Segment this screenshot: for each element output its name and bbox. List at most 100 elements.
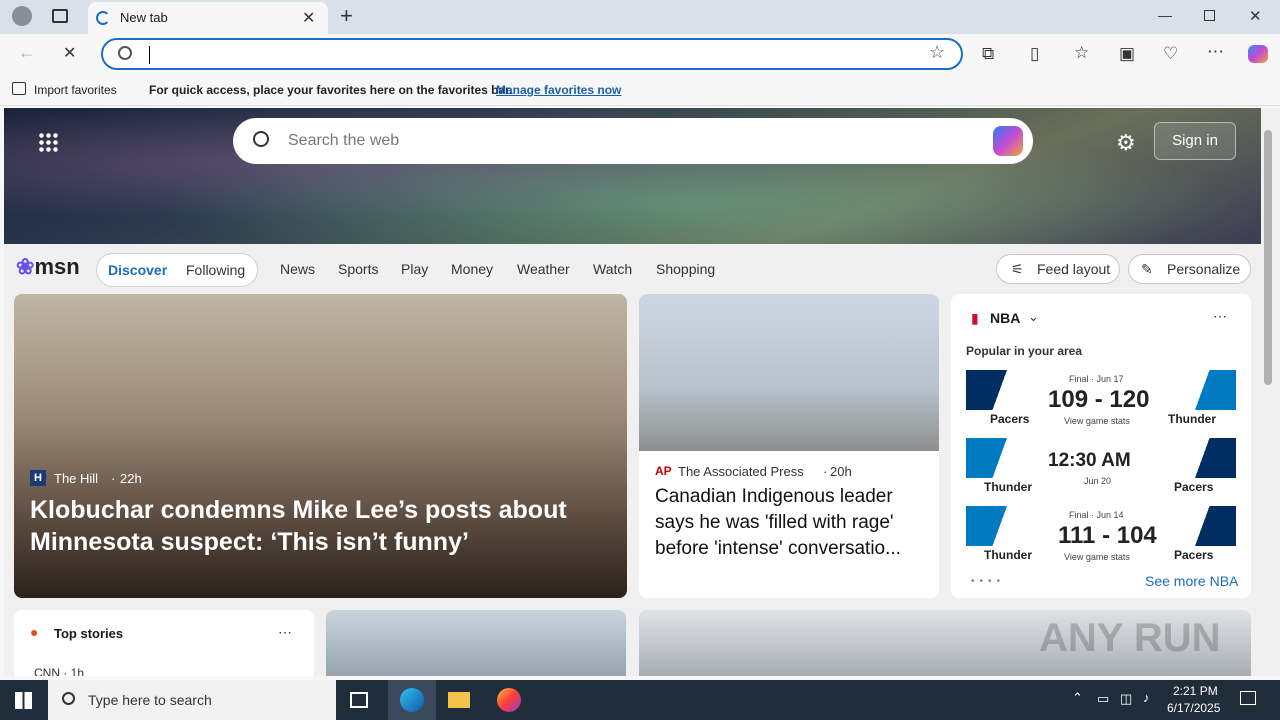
- personalize-button[interactable]: ✎ Personalize: [1128, 254, 1251, 284]
- back-icon[interactable]: ←: [18, 42, 36, 63]
- game-card[interactable]: Thunder Pacers 12:30 AM Jun 20: [966, 438, 1236, 498]
- tab-new-tab[interactable]: New tab ✕: [88, 2, 328, 34]
- feed-layout-button[interactable]: ⚟ Feed layout: [996, 254, 1120, 284]
- import-icon: [12, 82, 26, 95]
- game-card[interactable]: Thunder Pacers Final · Jun 14 111 - 104 …: [966, 506, 1236, 566]
- more-options-icon[interactable]: ⋯: [278, 624, 292, 641]
- personalize-icon: ✎: [1141, 261, 1153, 277]
- feed-tabs: Discover Following: [96, 253, 258, 287]
- close-window-button[interactable]: ✕: [1249, 7, 1262, 25]
- more-options-icon[interactable]: ⋯: [1213, 308, 1227, 325]
- msn-logo[interactable]: ❀msn: [16, 254, 80, 280]
- scrollbar-thumb[interactable]: [1264, 130, 1272, 385]
- notifications-icon[interactable]: [1240, 691, 1256, 705]
- browser-essentials-icon[interactable]: ♡: [1163, 44, 1178, 64]
- main-story-title[interactable]: Klobuchar condemns Mike Lee’s posts abou…: [30, 494, 590, 558]
- windows-start-icon[interactable]: [15, 692, 32, 709]
- tab-following[interactable]: Following: [186, 262, 245, 278]
- main-story-age: 22h: [120, 471, 142, 486]
- side-story-title[interactable]: Canadian Indigenous leader says he was '…: [655, 484, 929, 562]
- wifi-icon[interactable]: ◫: [1120, 691, 1132, 707]
- top-stories-label: Top stories: [54, 626, 124, 641]
- game1-link[interactable]: View game stats: [1064, 416, 1130, 426]
- taskbar-search-placeholder: Type here to search: [88, 692, 212, 708]
- search-icon: [62, 692, 75, 705]
- the-hill-logo: H: [30, 470, 46, 486]
- game3-score: 111 - 104: [1058, 522, 1157, 549]
- sliders-icon: ⚟: [1011, 261, 1024, 277]
- profile-icon[interactable]: [12, 6, 32, 26]
- new-tab-button[interactable]: +: [340, 3, 353, 29]
- game2-date: Jun 20: [1084, 476, 1112, 486]
- nav-weather[interactable]: Weather: [517, 261, 570, 277]
- carousel-dots[interactable]: ••••: [971, 576, 1005, 587]
- copilot-icon[interactable]: [993, 126, 1023, 156]
- game1-left-team: Pacers: [990, 412, 1030, 426]
- nav-watch[interactable]: Watch: [593, 261, 632, 277]
- pacers-logo: [966, 370, 1026, 410]
- web-search-box[interactable]: Search the web: [233, 118, 1033, 164]
- nba-widget: ▮ NBA ⌄ ⋯ Popular in your area Pacers Th…: [951, 294, 1251, 598]
- nba-league-select[interactable]: NBA: [990, 310, 1020, 326]
- game1-right-team: Thunder: [1168, 412, 1216, 426]
- file-explorer-icon[interactable]: [448, 692, 470, 708]
- nav-money[interactable]: Money: [451, 261, 493, 277]
- network-icon[interactable]: ▭: [1097, 691, 1109, 707]
- game-card[interactable]: Pacers Thunder Final · Jun 17 109 - 120 …: [966, 370, 1236, 430]
- side-story-card[interactable]: AP The Associated Press · 20h Canadian I…: [639, 294, 939, 598]
- chevron-up-icon[interactable]: ⌃: [1072, 690, 1083, 706]
- nav-sports[interactable]: Sports: [338, 261, 378, 277]
- nav-shopping[interactable]: Shopping: [656, 261, 715, 277]
- game3-right-team: Pacers: [1174, 548, 1214, 562]
- tab-discover[interactable]: Discover: [108, 262, 167, 278]
- edge-taskbar-item[interactable]: [388, 680, 436, 720]
- apps-grid-icon[interactable]: [38, 132, 58, 152]
- task-view-icon[interactable]: [350, 692, 368, 708]
- game2-right-team: Pacers: [1174, 480, 1214, 494]
- import-favorites-button[interactable]: Import favorites: [34, 83, 117, 97]
- search-icon: [118, 46, 132, 60]
- side-story-image: [639, 294, 939, 451]
- game2-time: 12:30 AM: [1048, 450, 1131, 471]
- close-tab-icon[interactable]: ✕: [302, 8, 315, 28]
- settings-gear-icon[interactable]: ⚙: [1116, 130, 1136, 156]
- clock-time[interactable]: 2:21 PM: [1173, 684, 1218, 698]
- manage-favorites-link[interactable]: Manage favorites now: [496, 83, 621, 97]
- clock-date[interactable]: 6/17/2025: [1167, 701, 1220, 715]
- tab-actions-icon[interactable]: [52, 9, 68, 23]
- chevron-down-icon[interactable]: ⌄: [1028, 309, 1039, 325]
- extensions-icon[interactable]: ⧉: [982, 44, 994, 64]
- feed-layout-label: Feed layout: [1037, 261, 1111, 277]
- favorites-icon[interactable]: ☆: [1074, 43, 1089, 63]
- minimize-button[interactable]: —: [1158, 7, 1172, 23]
- settings-more-icon[interactable]: ⋯: [1207, 42, 1224, 62]
- address-bar[interactable]: ☆: [101, 38, 963, 70]
- search-icon: [253, 131, 269, 147]
- text-cursor: [149, 46, 150, 64]
- collections-icon[interactable]: ▣: [1119, 44, 1135, 64]
- main-story-card[interactable]: H The Hill · 22h Klobuchar condemns Mike…: [14, 294, 627, 598]
- firefox-icon[interactable]: [497, 688, 521, 712]
- search-placeholder: Search the web: [288, 132, 400, 149]
- first-story-source: CNN · 1h: [34, 666, 85, 676]
- see-more-nba-link[interactable]: See more NBA: [1145, 573, 1238, 589]
- nav-news[interactable]: News: [280, 261, 315, 277]
- split-screen-icon[interactable]: ▯: [1030, 44, 1039, 64]
- pacers-logo: [1176, 506, 1236, 546]
- copilot-icon[interactable]: [1248, 45, 1268, 63]
- favorites-prompt: For quick access, place your favorites h…: [149, 83, 513, 97]
- taskbar-search[interactable]: Type here to search: [48, 680, 336, 720]
- stop-loading-icon[interactable]: ✕: [63, 43, 76, 63]
- msn-logo-text: msn: [34, 254, 80, 279]
- story-card-image[interactable]: [326, 610, 626, 676]
- thunder-logo: [966, 438, 1026, 478]
- restore-button[interactable]: [1204, 10, 1215, 21]
- nba-logo-icon: ▮: [971, 310, 979, 326]
- game3-status: Final · Jun 14: [1069, 510, 1124, 520]
- sign-in-button[interactable]: Sign in: [1154, 122, 1236, 160]
- main-story-source: The Hill: [54, 471, 99, 486]
- favorite-star-icon[interactable]: ☆: [929, 42, 945, 63]
- nav-play[interactable]: Play: [401, 261, 428, 277]
- volume-icon[interactable]: ♪: [1143, 690, 1150, 705]
- game3-link[interactable]: View game stats: [1064, 552, 1130, 562]
